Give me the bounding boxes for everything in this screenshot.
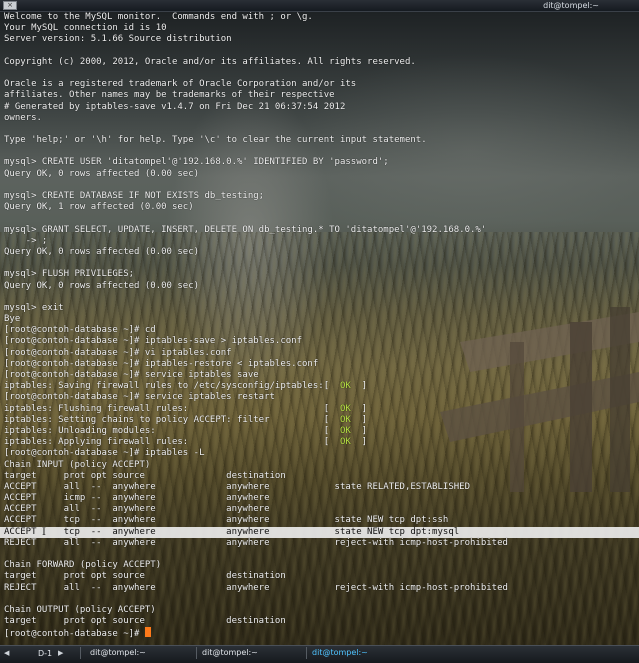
terminal-line: Query OK, 0 rows affected (0.00 sec) <box>4 168 200 179</box>
terminal-line: Oracle is a registered trademark of Orac… <box>4 79 357 90</box>
terminal-cursor <box>144 627 151 638</box>
terminal-line: [root@contoh-database ~]# <box>4 627 639 639</box>
terminal-line-selected: ACCEPT tcp -- anywhere anywhere state NE… <box>0 526 639 538</box>
status-ok-label: OK <box>339 425 351 436</box>
terminal-line: target prot opt source destination <box>4 470 286 481</box>
terminal-line: mysql> CREATE USER 'ditatompel'@'192.168… <box>4 157 389 168</box>
terminal-line: Chain OUTPUT (policy ACCEPT) <box>4 604 156 615</box>
terminal-line: iptables: Applying firewall rules: [ OK … <box>4 437 368 448</box>
taskbar-task-active[interactable]: dit@tompel:~ <box>308 648 372 658</box>
terminal-line: ACCEPT tcp -- anywhere anywhere state NE… <box>4 515 449 526</box>
taskbar-separator <box>80 647 81 659</box>
text-cursor-ibeam-icon: I <box>42 526 46 538</box>
terminal-line: Query OK, 1 row affected (0.00 sec) <box>4 202 194 213</box>
terminal-line: Bye <box>4 314 21 325</box>
terminal-line: [root@contoh-database ~]# iptables-resto… <box>4 358 319 369</box>
terminal-line: mysql> FLUSH PRIVILEGES; <box>4 269 135 280</box>
terminal-output: Welcome to the MySQL monitor. Commands e… <box>0 12 639 639</box>
terminal-line: mysql> exit <box>4 302 64 313</box>
terminal-line: target prot opt source destination <box>4 616 286 627</box>
terminal-line: [root@contoh-database ~]# vi iptables.co… <box>4 347 232 358</box>
terminal-line: # Generated by iptables-save v1.4.7 on F… <box>4 101 346 112</box>
terminal-line: Type 'help;' or '\h' for help. Type '\c'… <box>4 135 427 146</box>
terminal-line: Server version: 5.1.66 Source distributi… <box>4 34 232 45</box>
terminal-line: iptables: Setting chains to policy ACCEP… <box>4 414 368 425</box>
prev-workspace-arrow-icon[interactable]: ◀ <box>4 649 9 657</box>
status-ok-label: OK <box>339 403 351 414</box>
window-title: dit@tompel:~ <box>543 1 599 10</box>
terminal-line: iptables: Flushing firewall rules: [ OK … <box>4 403 368 414</box>
terminal-line: target prot opt source destination <box>4 571 286 582</box>
terminal-line: Your MySQL connection id is 10 <box>4 23 167 34</box>
terminal-line: Query OK, 0 rows affected (0.00 sec) <box>4 280 200 291</box>
terminal-line: owners. <box>4 112 42 123</box>
terminal-line: mysql> CREATE DATABASE IF NOT EXISTS db_… <box>4 191 265 201</box>
terminal-line: ACCEPT icmp -- anywhere anywhere <box>4 493 270 504</box>
status-ok-label: OK <box>339 414 351 425</box>
terminal-line: iptables: Unloading modules: [ OK ] <box>4 425 368 436</box>
terminal-line: ACCEPT all -- anywhere anywhere <box>4 504 270 515</box>
terminal-line: [root@contoh-database ~]# service iptabl… <box>4 370 259 380</box>
terminal-line: REJECT all -- anywhere anywhere reject-w… <box>4 582 508 593</box>
title-bar: × dit@tompel:~ <box>0 0 639 12</box>
terminal-line: Query OK, 0 rows affected (0.00 sec) <box>4 246 200 257</box>
taskbar-task[interactable]: dit@tompel:~ <box>86 648 150 658</box>
terminal-line: ACCEPT all -- anywhere anywhere state RE… <box>4 481 470 492</box>
terminal-line: Welcome to the MySQL monitor. Commands e… <box>4 12 313 22</box>
terminal-line: iptables: Saving firewall rules to /etc/… <box>4 381 368 392</box>
terminal-line: [root@contoh-database ~]# iptables -L <box>4 448 205 459</box>
status-ok-label: OK <box>339 381 351 392</box>
terminal-line: Copyright (c) 2000, 2012, Oracle and/or … <box>4 56 416 67</box>
terminal-area[interactable]: Welcome to the MySQL monitor. Commands e… <box>0 12 639 645</box>
taskbar-separator <box>306 647 307 659</box>
taskbar-separator <box>196 647 197 659</box>
status-ok-label: OK <box>339 437 351 448</box>
terminal-line: [root@contoh-database ~]# cd <box>4 325 156 336</box>
terminal-line: mysql> GRANT SELECT, UPDATE, INSERT, DEL… <box>4 224 487 235</box>
taskbar-task[interactable]: dit@tompel:~ <box>198 648 262 658</box>
close-button[interactable]: × <box>3 1 17 10</box>
taskbar: ◀ D-1 ▶ dit@tompel:~ dit@tompel:~ dit@to… <box>0 645 639 663</box>
terminal-line: Chain FORWARD (policy ACCEPT) <box>4 560 162 571</box>
terminal-line: Chain INPUT (policy ACCEPT) <box>4 459 151 470</box>
terminal-line: REJECT all -- anywhere anywhere reject-w… <box>4 537 508 548</box>
workspace-label[interactable]: D-1 <box>38 649 52 658</box>
terminal-line: -> ; <box>4 235 48 246</box>
terminal-line: [root@contoh-database ~]# iptables-save … <box>4 336 303 347</box>
terminal-line: [root@contoh-database ~]# service iptabl… <box>4 392 275 403</box>
next-workspace-arrow-icon[interactable]: ▶ <box>58 649 63 657</box>
terminal-line: affiliates. Other names may be trademark… <box>4 90 335 101</box>
